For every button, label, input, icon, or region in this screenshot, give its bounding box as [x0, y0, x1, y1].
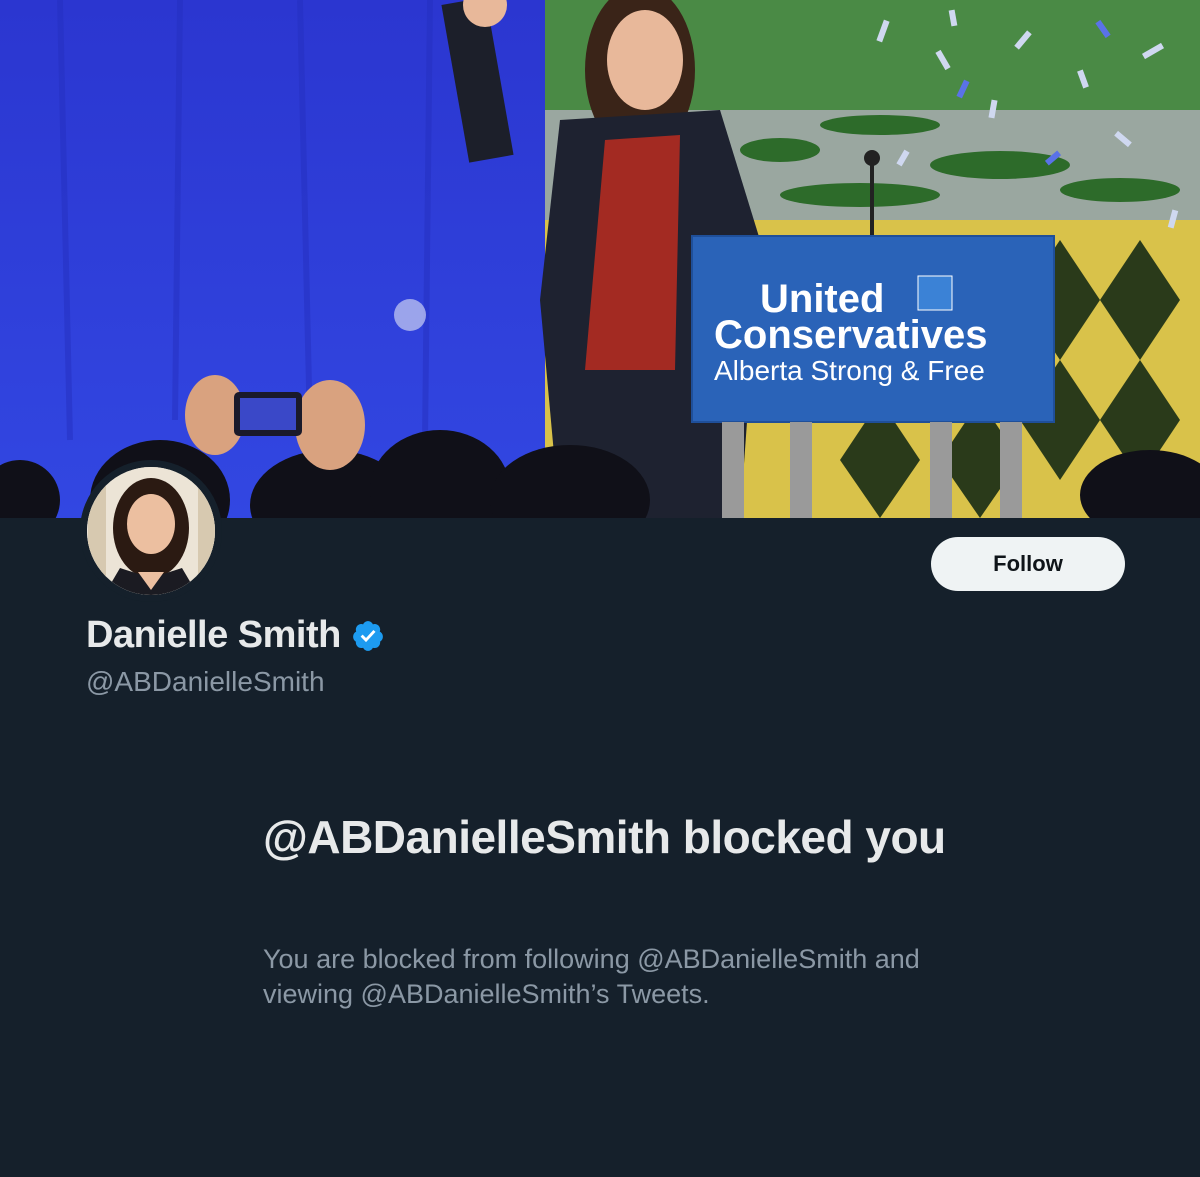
blocked-title: @ABDanielleSmith blocked you — [263, 811, 946, 863]
banner-photo: United Conservatives Alberta Strong & Fr… — [0, 0, 1200, 518]
profile-handle: @ABDanielleSmith — [86, 666, 325, 697]
avatar-image — [80, 460, 222, 602]
profile-banner[interactable]: United Conservatives Alberta Strong & Fr… — [0, 0, 1200, 518]
follow-button[interactable]: Follow — [931, 537, 1125, 591]
podium-text-3: Alberta Strong & Free — [714, 355, 985, 386]
verified-badge-icon[interactable] — [351, 619, 385, 653]
blocked-message: You are blocked from following @ABDaniel… — [263, 944, 920, 1009]
profile-avatar[interactable] — [80, 460, 222, 602]
display-name: Danielle Smith — [86, 614, 341, 656]
name-row: Danielle Smith — [86, 614, 385, 657]
podium-text-2: Conservatives — [714, 313, 987, 357]
